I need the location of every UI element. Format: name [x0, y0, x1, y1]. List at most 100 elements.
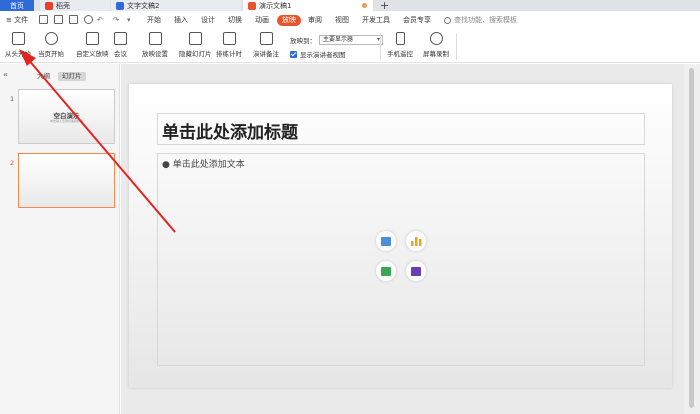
body-placeholder[interactable]: ● 单击此处添加文本	[157, 153, 645, 366]
play-current-icon	[44, 32, 58, 45]
writer-doc-icon	[116, 1, 124, 10]
custom-show-button[interactable]: 自定义放映	[76, 32, 109, 58]
play-from-start-label: 从头开始	[5, 50, 31, 58]
bar-chart-glyph	[410, 237, 421, 246]
meeting-icon	[114, 32, 127, 45]
menu-transition[interactable]: 切换	[228, 15, 242, 26]
tab-home[interactable]: 首页	[0, 0, 34, 11]
show-to-value: 主要显示器	[323, 36, 354, 43]
title-placeholder[interactable]: 单击此处添加标题	[157, 113, 645, 145]
search-icon	[444, 16, 451, 24]
show-to-dropdown[interactable]: 放映到： 主要显示器	[290, 35, 383, 45]
picture-glyph	[381, 236, 391, 246]
scrollbar-thumb[interactable]	[689, 68, 694, 408]
undo-icon[interactable]: ↶	[97, 15, 103, 26]
menu-view[interactable]: 视图	[335, 15, 349, 26]
save-icon[interactable]	[39, 15, 48, 24]
hide-slide-icon	[188, 32, 202, 45]
double-chevron-left-icon: «	[3, 70, 8, 79]
menu-animation[interactable]: 动画	[255, 15, 269, 26]
title-placeholder-text: 单击此处添加标题	[162, 123, 298, 143]
search-placeholder: 查找功能、搜索模板	[454, 16, 517, 24]
checkbox-checked-icon	[290, 50, 297, 58]
custom-show-icon	[85, 32, 99, 45]
editing-canvas: 单击此处添加标题 ● 单击此处添加文本	[121, 64, 684, 414]
preview-icon[interactable]	[84, 15, 93, 24]
rehearse-timing-icon	[222, 32, 236, 45]
video-glyph	[411, 266, 421, 276]
presenter-view-checkbox[interactable]: 显示演讲者视图	[290, 49, 346, 59]
play-current-button[interactable]: 当页开始	[38, 32, 64, 58]
hide-slide-label: 隐藏幻灯片	[179, 50, 212, 58]
insert-table-icon[interactable]	[376, 261, 396, 281]
show-settings-label: 放映设置	[142, 50, 168, 58]
show-settings-icon	[148, 32, 162, 45]
hide-slide-button[interactable]: 隐藏幻灯片	[179, 32, 212, 58]
current-slide[interactable]: 单击此处添加标题 ● 单击此处添加文本	[129, 84, 672, 388]
phone-remote-icon	[395, 32, 405, 45]
file-menu[interactable]: ≡ 文件	[6, 15, 28, 26]
ribbon: 从头开始 当页开始 自定义放映 会议 放映设置 隐藏幻灯片 排练计时 演讲备注 …	[0, 30, 700, 63]
rehearse-timing-label: 排练计时	[216, 50, 242, 58]
presentation-doc-icon	[248, 1, 256, 10]
tab-slides[interactable]: 幻灯片	[58, 72, 86, 81]
play-from-start-icon	[11, 32, 25, 45]
menu-start[interactable]: 开始	[147, 15, 161, 26]
docer-icon	[45, 1, 53, 10]
tab-outline[interactable]: 大纲	[33, 72, 54, 81]
ribbon-divider	[456, 33, 457, 60]
speaker-notes-button[interactable]: 演讲备注	[253, 32, 279, 58]
export-icon[interactable]	[54, 15, 63, 24]
show-settings-button[interactable]: 放映设置	[142, 32, 168, 58]
speaker-notes-label: 演讲备注	[253, 50, 279, 58]
vertical-scrollbar[interactable]	[684, 64, 700, 414]
more-icon[interactable]: ▾	[127, 15, 131, 26]
slide-number: 1	[10, 95, 15, 103]
slide-panel: « 大纲 幻灯片 1 空白演示 单击输入您的封面副标题 2	[0, 64, 120, 414]
tab-bar: 首页 稻壳 文字文稿2 演示文稿1 +	[0, 0, 700, 12]
body-placeholder-text: ● 单击此处添加文本	[162, 160, 245, 170]
speaker-notes-icon	[259, 32, 273, 45]
meeting-button[interactable]: 会议	[114, 32, 127, 58]
ribbon-divider	[380, 33, 381, 60]
file-menu-label: 文件	[14, 16, 29, 24]
menu-slideshow[interactable]: 放映	[277, 15, 301, 26]
screen-record-label: 屏幕录制	[423, 50, 449, 58]
tab-docer-label: 稻壳	[56, 1, 70, 10]
table-glyph	[381, 266, 391, 276]
phone-remote-label: 手机遥控	[387, 50, 413, 58]
print-icon[interactable]	[69, 15, 78, 24]
slide-number: 2	[10, 159, 15, 167]
collapse-panel-button[interactable]: «	[3, 70, 8, 79]
meeting-label: 会议	[114, 50, 127, 58]
menu-review[interactable]: 审阅	[308, 15, 322, 26]
rehearse-timing-button[interactable]: 排练计时	[216, 32, 242, 58]
menu-developer[interactable]: 开发工具	[362, 15, 390, 26]
slide-thumbnail-2[interactable]	[18, 153, 115, 208]
insert-video-icon[interactable]	[406, 261, 426, 281]
screen-record-button[interactable]: 屏幕录制	[423, 32, 449, 58]
tab-docer[interactable]: 稻壳	[40, 0, 110, 11]
play-current-label: 当页开始	[38, 50, 64, 58]
show-to-select[interactable]: 主要显示器	[319, 35, 383, 45]
search-box[interactable]: 查找功能、搜索模板	[444, 15, 517, 25]
tab-document[interactable]: 文字文稿2	[111, 0, 241, 11]
insert-chart-icon[interactable]	[406, 231, 426, 251]
menu-insert[interactable]: 插入	[174, 15, 188, 26]
menu-membership[interactable]: 会员专享	[403, 15, 431, 26]
insert-picture-icon[interactable]	[376, 231, 396, 251]
unsaved-dot-icon	[362, 3, 367, 8]
redo-icon[interactable]: ↷	[113, 15, 119, 26]
slide-thumbnail-1[interactable]: 空白演示 单击输入您的封面副标题	[18, 89, 115, 144]
screen-record-icon	[429, 32, 443, 45]
tab-document-label: 文字文稿2	[127, 1, 160, 10]
tab-presentation[interactable]: 演示文稿1	[243, 0, 373, 11]
play-from-start-button[interactable]: 从头开始	[5, 32, 31, 58]
tab-presentation-label: 演示文稿1	[259, 1, 292, 10]
menu-bar: ≡ 文件 ↶ ↷ ▾ 开始 插入 设计 切换 动画 放映 审阅 视图 开发工具 …	[0, 11, 700, 30]
custom-show-label: 自定义放映	[76, 50, 109, 58]
show-to-label: 放映到：	[290, 37, 316, 45]
menu-design[interactable]: 设计	[201, 15, 215, 26]
new-tab-button[interactable]: +	[378, 0, 392, 12]
phone-remote-button[interactable]: 手机遥控	[387, 32, 413, 58]
